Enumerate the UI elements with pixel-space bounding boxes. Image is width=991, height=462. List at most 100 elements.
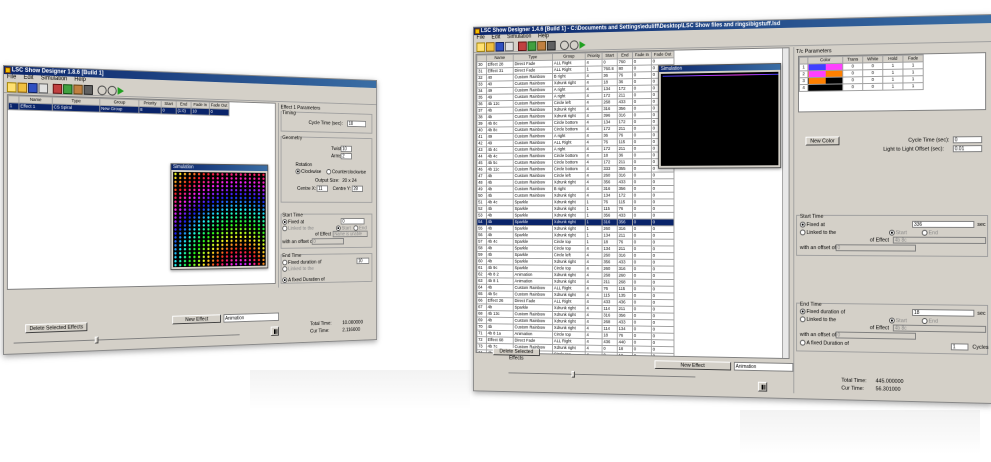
delete-selected-effects-button[interactable]: Delete Selected Effects [492,347,540,361]
linked-to-radio[interactable]: Linked to the [799,229,836,236]
light-offset-label: Light to Light Offset (sec): [883,146,944,153]
effects-scrollbar[interactable] [782,48,789,359]
cell-white[interactable]: 0 [862,83,883,91]
menu-file[interactable]: File [7,74,16,80]
paste-icon[interactable] [537,40,546,51]
open-folder-icon[interactable] [485,41,495,52]
new-effect-button[interactable]: New Effect [654,360,732,371]
menu-file[interactable]: File [476,35,484,41]
effect-type-select[interactable]: Animation [733,361,794,372]
linked-to-radio[interactable]: Linked to the [282,225,314,232]
arms-input[interactable]: 2 [340,152,352,160]
centre-x-input[interactable]: 11 [316,185,328,192]
end-radio-2[interactable]: End [921,318,938,325]
pause-button[interactable] [757,381,768,392]
new-file-icon[interactable] [476,41,486,52]
cut-icon[interactable] [518,40,527,51]
fixed-at-radio[interactable]: Fixed at [282,219,304,225]
menu-simulation[interactable]: Simulation [41,75,67,82]
col-priority[interactable]: Priority [585,52,603,60]
pause-button[interactable] [270,326,280,336]
light-offset-input[interactable]: 0.01 [952,145,983,153]
effect-type-select[interactable]: Animation [223,312,280,323]
new-color-button[interactable]: New Color [805,136,840,146]
end-radio[interactable]: End [921,229,938,236]
play-icon[interactable] [579,40,586,49]
led-dot [257,185,261,188]
offset-input[interactable]: 0 [311,238,344,245]
cycles-input[interactable]: 1 [950,343,969,351]
col-fadein[interactable]: Fade In [632,51,652,59]
save-icon[interactable] [495,41,505,52]
fixed-duration-input[interactable]: 18 [912,308,975,317]
timeline-slider[interactable] [13,334,240,344]
menu-edit[interactable]: Edit [491,35,500,41]
open-folder-icon[interactable] [17,82,28,93]
menu-help[interactable]: Help [538,33,549,39]
of-effect-select[interactable]: 4b 8c [892,236,987,244]
start-radio[interactable]: Start [889,229,907,236]
of-effect-select[interactable]: Name is unable [332,230,368,238]
offset-input[interactable]: 0 [835,244,916,252]
fixed-duration-input[interactable]: 10 [356,257,370,265]
led-dot [216,208,219,211]
cut-icon[interactable] [52,83,63,94]
timeline-thumb[interactable] [571,370,576,378]
cycle-time-input[interactable]: 0 [952,136,983,144]
cell-start: 115 [602,205,618,213]
zoom-in-icon[interactable] [97,84,107,95]
timeline-slider[interactable] [508,372,696,378]
cell-start: 115 [602,292,618,300]
fixed-duration-radio[interactable]: Fixed duration of [799,308,845,315]
timeline-thumb[interactable] [94,336,99,344]
play-icon[interactable] [117,86,124,95]
grid-icon[interactable] [83,84,93,95]
centre-y-input[interactable]: 28 [351,185,363,192]
zoom-in-icon[interactable] [560,40,569,50]
clockwise-radio[interactable]: Clockwise [295,168,321,175]
led-dot [202,224,205,227]
col-fadeout[interactable]: Fade Out [209,102,230,110]
cell-fade[interactable]: 1 [902,82,924,90]
new-file-icon[interactable] [6,81,17,92]
cycle-time-input[interactable]: 10 [347,120,367,128]
col-fadein[interactable]: Fade In [191,101,210,109]
fixed-duration-radio-2[interactable]: A fixed Duration of [282,276,325,283]
table-row[interactable]: 754b 12cAnimationCircle top439439600 [476,356,674,360]
col-start[interactable]: Start [161,100,177,108]
paste-icon[interactable] [73,84,83,95]
color-row[interactable]: 40011 [799,82,924,92]
menu-simulation[interactable]: Simulation [507,34,531,40]
copy-icon[interactable] [63,83,73,94]
counterclockwise-radio[interactable]: Counterclockwise [326,169,366,175]
color-swatch[interactable] [807,83,843,92]
of-effect-select-2[interactable]: 4b 8c [892,324,987,333]
start-radio-2[interactable]: Start [889,317,907,324]
fixed-at-input[interactable]: 0 [340,218,365,225]
copy-icon[interactable] [527,40,537,51]
fixed-at-input[interactable]: 336 [912,220,975,228]
linked-to-radio-2[interactable]: Linked to the [799,316,836,323]
menu-edit[interactable]: Edit [24,75,34,81]
large-simulation-window[interactable]: Simulation [658,63,782,169]
save-icon[interactable] [28,82,38,93]
delete-selected-effects-button[interactable]: Delete Selected Effects [25,322,88,334]
col-fadeout[interactable]: Fade Out [651,51,674,59]
fixed-at-radio[interactable]: Fixed at [799,221,825,228]
fixed-duration-radio-2[interactable]: A fixed Duration of [799,339,849,347]
grid-icon[interactable] [546,40,556,50]
cell-hold[interactable]: 1 [882,82,903,91]
small-simulation-window[interactable]: Simulation [170,163,269,271]
properties-icon[interactable] [38,82,49,93]
menu-help[interactable]: Help [74,77,85,83]
fixed-duration-radio[interactable]: Fixed duration of [282,259,321,266]
offset-input-2[interactable]: 0 [835,331,916,340]
linked-to-radio-2[interactable]: Linked to the [282,266,314,272]
properties-icon[interactable] [504,41,514,51]
zoom-out-icon[interactable] [569,39,579,50]
cell-trans[interactable]: 0 [842,83,863,91]
zoom-out-icon[interactable] [107,85,117,96]
led-dot [188,200,191,203]
twist-input[interactable]: 10 [340,145,352,153]
new-effect-button[interactable]: New Effect [172,314,221,325]
